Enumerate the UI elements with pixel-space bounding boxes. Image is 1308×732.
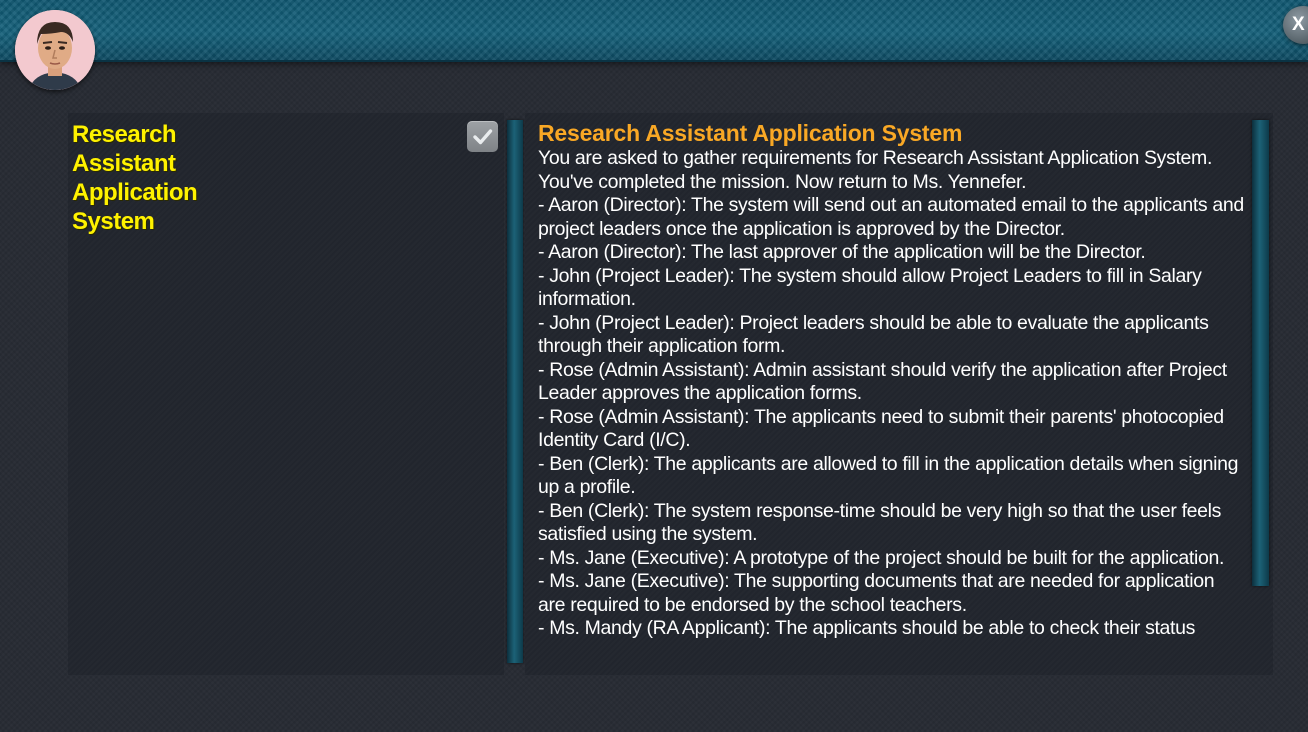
mission-detail-line: - Ms. Jane (Executive): The supporting d… bbox=[538, 570, 1215, 616]
avatar-portrait bbox=[15, 10, 95, 90]
mission-list-panel: Research Assistant Application System bbox=[68, 113, 504, 675]
checkmark-icon bbox=[473, 129, 493, 145]
top-bar bbox=[0, 0, 1308, 62]
mission-detail-panel: Research Assistant Application System Yo… bbox=[525, 113, 1273, 675]
mission-detail-line: - Ben (Clerk): The applicants are allowe… bbox=[538, 452, 1239, 499]
mission-list-item-title[interactable]: Research Assistant Application System bbox=[72, 120, 242, 236]
mission-detail-line: - John (Project Leader): Project leaders… bbox=[538, 311, 1209, 358]
mission-detail-content[interactable]: Research Assistant Application System Yo… bbox=[538, 119, 1246, 675]
mission-detail-line: - Rose (Admin Assistant): The applicants… bbox=[538, 405, 1224, 452]
mission-detail-line: - John (Project Leader): The system shou… bbox=[538, 264, 1202, 311]
mission-detail-line: - Aaron (Director): The system will send… bbox=[538, 194, 1244, 240]
mission-detail-line: - Ms. Jane (Executive): A prototype of t… bbox=[538, 546, 1225, 569]
detail-scrollbar[interactable] bbox=[1252, 120, 1269, 586]
mission-detail-line: - Ben (Clerk): The system response-time … bbox=[538, 499, 1222, 546]
mission-detail-line: You are asked to gather requirements for… bbox=[538, 147, 1213, 169]
mission-detail-line: - Aaron (Director): The last approver of… bbox=[538, 241, 1146, 263]
player-avatar-icon[interactable] bbox=[15, 10, 95, 90]
mission-completed-checkbox bbox=[467, 121, 498, 152]
mission-detail-title: Research Assistant Application System bbox=[538, 120, 963, 146]
mission-log-screen: X Research Assistant Application System … bbox=[0, 0, 1308, 732]
mission-detail-line: - Rose (Admin Assistant): Admin assistan… bbox=[538, 358, 1227, 405]
panel-divider-bar bbox=[507, 120, 523, 663]
mission-detail-line: You've completed the mission. Now return… bbox=[538, 170, 1027, 193]
mission-detail-line: - Ms. Mandy (RA Applicant): The applican… bbox=[538, 617, 1196, 639]
